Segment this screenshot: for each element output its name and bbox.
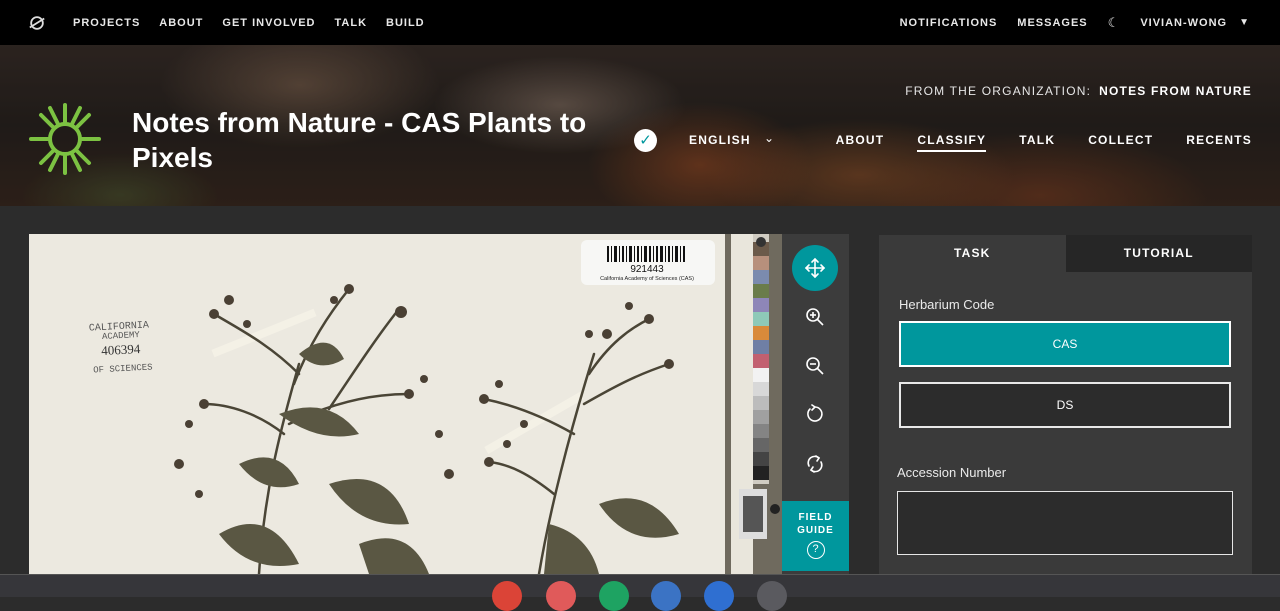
os-dock: [0, 574, 1280, 611]
herbarium-specimen: 921443 California Academy of Sciences (C…: [29, 234, 725, 574]
move-tool-button[interactable]: [792, 245, 838, 291]
nav-get-involved[interactable]: GET INVOLVED: [222, 17, 315, 29]
task-panel: TASK TUTORIAL Herbarium Code CAS DS Acce…: [879, 235, 1252, 575]
project-title[interactable]: Notes from Nature - CAS Plants to Pixels: [132, 105, 632, 175]
zoom-out-icon: [806, 357, 824, 375]
settings-gear-icon[interactable]: [757, 581, 787, 611]
username-menu[interactable]: VIVIAN-WONG: [1140, 17, 1227, 29]
help-question-icon: ?: [806, 541, 825, 559]
project-nav-collect[interactable]: COLLECT: [1088, 133, 1153, 152]
project-header: Notes from Nature - CAS Plants to Pixels…: [0, 45, 1280, 206]
chevron-down-icon[interactable]: ▼: [1239, 17, 1250, 28]
zooniverse-logo-icon[interactable]: [28, 14, 46, 32]
color-calibration-ruler: [725, 234, 782, 574]
move-icon: [804, 257, 826, 279]
site-top-nav: PROJECTS ABOUT GET INVOLVED TALK BUILD N…: [0, 0, 1280, 45]
subject-image[interactable]: 921443 California Academy of Sciences (C…: [29, 234, 725, 574]
tab-task[interactable]: TASK: [879, 235, 1066, 272]
project-nav-talk[interactable]: TALK: [1019, 133, 1055, 152]
files-icon[interactable]: [651, 581, 681, 611]
stamp-number: 406394: [101, 341, 141, 358]
nav-about[interactable]: ABOUT: [159, 17, 203, 29]
tab-tutorial[interactable]: TUTORIAL: [1065, 235, 1252, 272]
messages-link[interactable]: MESSAGES: [1017, 17, 1087, 29]
reset-button[interactable]: [792, 441, 838, 487]
nav-build[interactable]: BUILD: [386, 17, 425, 29]
org-name[interactable]: NOTES FROM NATURE: [1099, 84, 1252, 98]
accession-number-input[interactable]: [897, 491, 1233, 555]
nav-projects[interactable]: PROJECTS: [73, 17, 140, 29]
app-icon-2[interactable]: [546, 581, 576, 611]
project-nav-about[interactable]: ABOUT: [836, 133, 885, 152]
stamp-line2: ACADEMY: [102, 330, 141, 342]
theme-toggle-moon-icon[interactable]: ☾: [1108, 15, 1121, 31]
user-nav: NOTIFICATIONS MESSAGES ☾ VIVIAN-WONG ▼: [880, 0, 1250, 45]
organization-link[interactable]: FROM THE ORGANIZATION: NOTES FROM NATURE: [905, 84, 1252, 98]
zoom-in-icon: [806, 308, 824, 326]
reset-icon: [807, 455, 823, 473]
color-swatches: [725, 234, 782, 574]
rotate-icon: [807, 404, 823, 422]
answer-cas-button[interactable]: CAS: [899, 321, 1231, 367]
task-tabs: TASK TUTORIAL: [879, 235, 1252, 272]
barcode-caption: California Academy of Sciences (CAS): [600, 276, 694, 282]
notifications-link[interactable]: NOTIFICATIONS: [900, 17, 998, 29]
nav-talk[interactable]: TALK: [335, 17, 368, 29]
barcode-number: 921443: [630, 264, 664, 275]
field-guide-label: FIELD GUIDE: [797, 512, 834, 536]
question-accession-number: Accession Number: [897, 465, 1007, 480]
camera-icon[interactable]: [704, 581, 734, 611]
app-icon-3[interactable]: [599, 581, 629, 611]
zoom-out-button[interactable]: [792, 343, 838, 389]
project-nav: ABOUT CLASSIFY TALK COLLECT RECENTS: [803, 133, 1252, 152]
project-nav-recents[interactable]: RECENTS: [1186, 133, 1252, 152]
project-nav-classify[interactable]: CLASSIFY: [917, 133, 987, 152]
chrome-icon[interactable]: [492, 581, 522, 611]
site-nav-links: PROJECTS ABOUT GET INVOLVED TALK BUILD: [73, 0, 444, 45]
project-avatar-icon[interactable]: [28, 102, 102, 176]
language-selector[interactable]: ENGLISH: [689, 133, 751, 147]
question-herbarium-code: Herbarium Code: [899, 297, 995, 312]
language-chevron-down-icon[interactable]: ⌄: [764, 131, 774, 145]
zoom-in-button[interactable]: [792, 294, 838, 340]
answer-ds-button[interactable]: DS: [899, 382, 1231, 428]
rotate-button[interactable]: [792, 391, 838, 437]
verified-check-icon: ✓: [634, 129, 657, 152]
field-guide-button[interactable]: FIELD GUIDE ?: [782, 501, 849, 571]
org-prefix: FROM THE ORGANIZATION:: [905, 84, 1092, 98]
